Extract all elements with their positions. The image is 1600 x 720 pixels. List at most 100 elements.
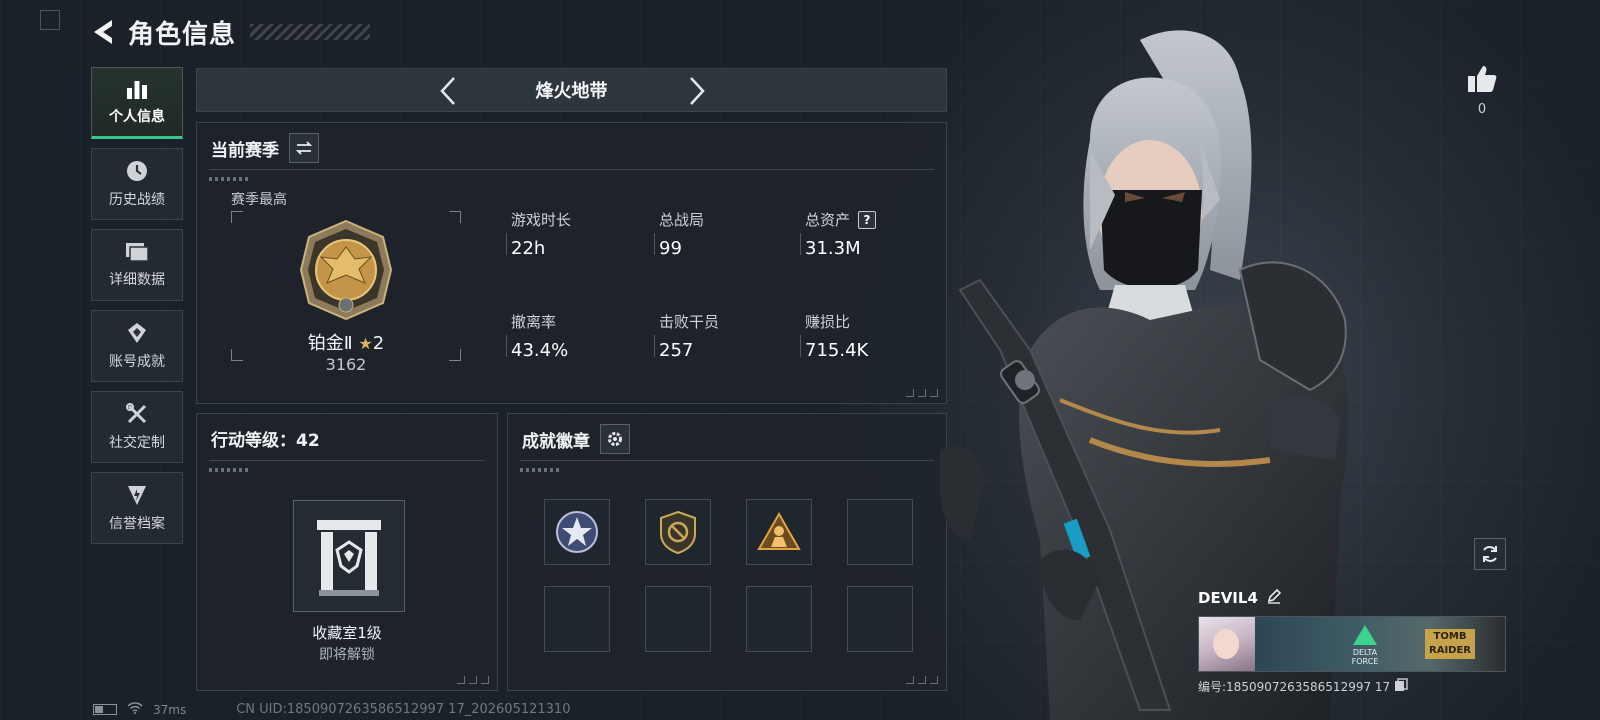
player-id: 编号:1850907263586512997 17 xyxy=(1198,680,1391,694)
edit-pencil-icon[interactable] xyxy=(1266,588,1282,608)
badges-header: 成就徽章 xyxy=(522,424,630,454)
stat-label-text: 总资产 xyxy=(805,211,851,229)
stat-value: 22h xyxy=(511,238,546,259)
switch-season-button[interactable] xyxy=(289,133,319,163)
nav-label: 详细数据 xyxy=(109,272,165,288)
banner-logo-text: DELTA FORCE xyxy=(1351,648,1379,666)
badge-slot-empty[interactable] xyxy=(847,586,913,652)
stat-value: 31.3M xyxy=(805,238,861,259)
stat-label: 撤离率 xyxy=(511,313,557,331)
prev-mode-button[interactable] xyxy=(433,74,463,108)
player-banner[interactable]: DELTA FORCE TOMB RAIDER xyxy=(1198,616,1506,672)
stat-label: 赚损比 xyxy=(805,313,851,331)
stat-value: 43.4% xyxy=(511,340,569,361)
nav-item-detailed-data[interactable]: 详细数据 xyxy=(91,229,183,301)
player-name-row: DEVIL4 xyxy=(1198,588,1506,608)
badge-slot-empty[interactable] xyxy=(645,586,711,652)
rank-name: 铂金Ⅱ ★2 xyxy=(231,329,461,355)
vault-name: 收藏室1级 xyxy=(312,624,382,642)
stat-label: 击败干员 xyxy=(659,313,720,331)
nav-label: 社交定制 xyxy=(109,435,165,451)
corner-marks xyxy=(457,676,489,684)
nav-label: 个人信息 xyxy=(109,109,165,125)
swap-icon xyxy=(295,141,313,155)
copy-icon[interactable] xyxy=(1394,678,1408,695)
rank-stars: 2 xyxy=(372,333,385,354)
title-decoration xyxy=(250,24,371,40)
uid-text: CN UID:1850907263586512997 17_2026051213… xyxy=(236,702,571,717)
stat-label: 游戏时长 xyxy=(511,211,572,229)
wifi-icon xyxy=(127,702,143,717)
rotate-model-button[interactable] xyxy=(1474,538,1506,570)
badge-slot[interactable] xyxy=(544,499,610,565)
nav-item-reputation[interactable]: 信誉档案 xyxy=(91,472,183,544)
mode-name: 烽火地带 xyxy=(535,81,608,102)
badge-slot-empty[interactable] xyxy=(847,499,913,565)
stat-value: 257 xyxy=(659,340,694,361)
achievement-badges-panel: 成就徽章 xyxy=(507,413,947,691)
like-button[interactable]: 0 xyxy=(1462,64,1502,117)
corner-marks xyxy=(906,389,938,397)
header: 角色信息 xyxy=(90,14,371,50)
season-best-label: 赛季最高 xyxy=(231,192,287,208)
dots-decoration xyxy=(209,468,249,472)
divider xyxy=(209,169,934,170)
back-arrow-icon[interactable] xyxy=(90,17,118,47)
next-mode-button[interactable] xyxy=(682,74,712,108)
nav-label: 账号成就 xyxy=(109,354,165,370)
nav-item-social[interactable]: 社交定制 xyxy=(91,391,183,463)
season-header: 当前赛季 xyxy=(211,133,319,163)
badge-slot[interactable] xyxy=(746,499,812,565)
star-emblem-badge-icon xyxy=(556,511,598,553)
badge-slot-empty[interactable] xyxy=(746,586,812,652)
player-card: DEVIL4 DELTA FORCE TOMB RAIDER 编号:185090… xyxy=(1198,588,1506,695)
stat-play-time: 游戏时长 22h xyxy=(506,209,651,259)
stat-operators-defeated: 击败干员 257 xyxy=(654,311,799,361)
badge-slot-empty[interactable] xyxy=(544,586,610,652)
corner-marks xyxy=(906,676,938,684)
divider xyxy=(520,460,934,461)
nav-item-history[interactable]: 历史战绩 xyxy=(91,148,183,220)
season-title: 当前赛季 xyxy=(211,140,279,161)
delta-force-logo: DELTA FORCE xyxy=(1339,625,1391,666)
level-title: 行动等级：42 xyxy=(211,431,320,451)
status-bar: 37ms CN UID:1850907263586512997 17_20260… xyxy=(93,702,570,717)
chevron-right-icon xyxy=(690,77,705,105)
divider xyxy=(209,460,485,461)
nav-item-achievements[interactable]: 账号成就 xyxy=(91,310,183,382)
page-title: 角色信息 xyxy=(128,19,237,50)
rank-score: 3162 xyxy=(325,355,367,374)
thumbs-up-icon xyxy=(1468,66,1497,92)
stat-profit-loss-ratio: 赚损比 715.4K xyxy=(800,311,945,361)
corner-decoration xyxy=(40,10,60,30)
stat-label: 总战局 xyxy=(659,211,705,229)
stat-value: 99 xyxy=(659,238,682,259)
compass-shield-badge-icon xyxy=(660,510,696,555)
nav-label: 历史战绩 xyxy=(109,192,165,208)
action-level-panel: 行动等级：42 收藏室1级 即将解锁 xyxy=(196,413,498,691)
badge-settings-button[interactable] xyxy=(600,424,630,454)
stat-total-matches: 总战局 99 xyxy=(654,209,799,259)
vault-icon xyxy=(317,520,381,596)
player-name: DEVIL4 xyxy=(1198,589,1258,607)
badge-grid xyxy=(544,499,913,652)
folder-icon xyxy=(126,243,149,262)
rank-medal-icon xyxy=(295,219,397,325)
shield-bolt-icon xyxy=(128,486,146,505)
nav-item-personal-info[interactable]: 个人信息 xyxy=(91,67,183,139)
star-icon: ★ xyxy=(358,334,373,353)
avatar[interactable] xyxy=(1199,617,1255,671)
refresh-icon xyxy=(1483,546,1497,562)
stat-extract-rate: 撤离率 43.4% xyxy=(506,311,651,361)
triangle-operator-badge-icon xyxy=(757,511,801,550)
diamond-badge-icon xyxy=(128,323,146,343)
dots-decoration xyxy=(209,177,249,181)
help-icon[interactable]: ? xyxy=(858,210,877,229)
tomb-raider-logo: TOMB RAIDER xyxy=(1425,629,1475,659)
badge-slot[interactable] xyxy=(645,499,711,565)
badges-title: 成就徽章 xyxy=(522,431,590,452)
vault-button[interactable] xyxy=(293,500,405,612)
gear-icon xyxy=(608,432,622,446)
rank-tier: 铂金Ⅱ xyxy=(307,333,353,354)
banner-art: DELTA FORCE TOMB RAIDER xyxy=(1255,617,1505,671)
